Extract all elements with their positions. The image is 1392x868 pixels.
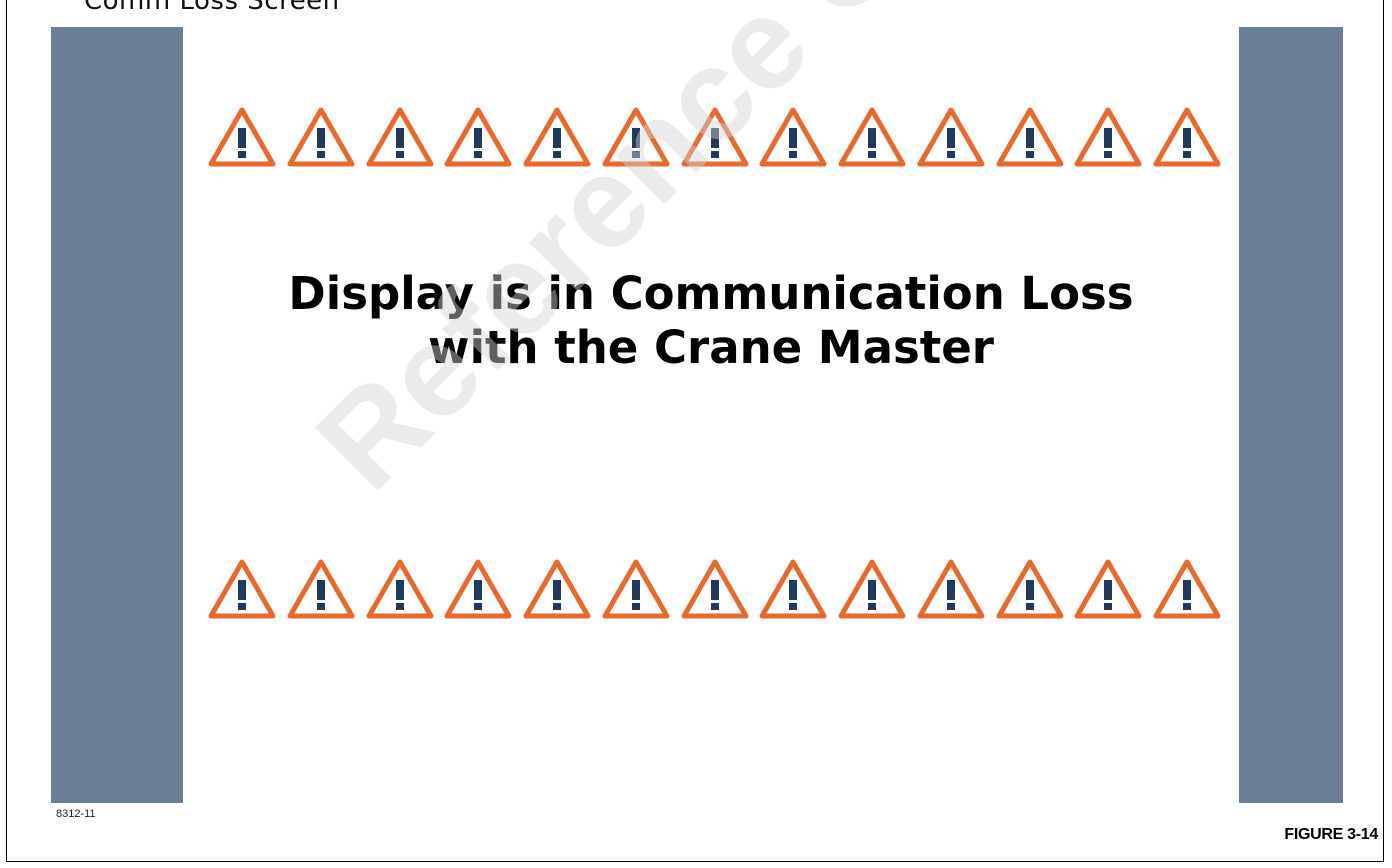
warning-triangle-icon [444,559,512,619]
comm-loss-message: Display is in Communication Loss with th… [183,267,1239,375]
warning-triangle-icon [681,107,748,167]
warning-triangle-icon [917,107,985,167]
left-side-bar [51,27,183,803]
figure-label: FIGURE 3-14 [1284,826,1378,843]
warning-triangle-icon [208,559,276,619]
warning-triangle-icon [681,559,748,619]
right-side-bar [1239,27,1343,803]
warning-triangle-icon [996,559,1063,619]
display-screen: Display is in Communication Loss with th… [51,27,1343,803]
message-line-2: with the Crane Master [428,321,994,374]
warning-triangle-icon [602,559,670,619]
warning-triangle-icon [759,559,827,619]
warning-triangle-icon [287,107,355,167]
warning-triangle-icon [1153,559,1221,619]
warning-row-top [207,105,1222,169]
warning-triangle-icon [208,107,276,167]
warning-triangle-icon [523,107,591,167]
warning-triangle-icon [917,559,985,619]
warning-triangle-icon [1153,107,1221,167]
message-line-1: Display is in Communication Loss [288,267,1134,320]
figure-code: 8312-11 [56,808,96,820]
warning-triangle-icon [366,107,433,167]
warning-triangle-icon [602,107,670,167]
warning-triangle-icon [838,107,906,167]
warning-triangle-icon [287,559,355,619]
warning-triangle-icon [996,107,1063,167]
warning-triangle-icon [1074,107,1142,167]
warning-triangle-icon [759,107,827,167]
warning-triangle-icon [523,559,591,619]
warning-row-bottom [207,557,1222,621]
section-header-cropped: Comm Loss Screen [84,0,340,10]
warning-triangle-icon [1074,559,1142,619]
warning-triangle-icon [444,107,512,167]
warning-triangle-icon [366,559,433,619]
warning-triangle-icon [838,559,906,619]
